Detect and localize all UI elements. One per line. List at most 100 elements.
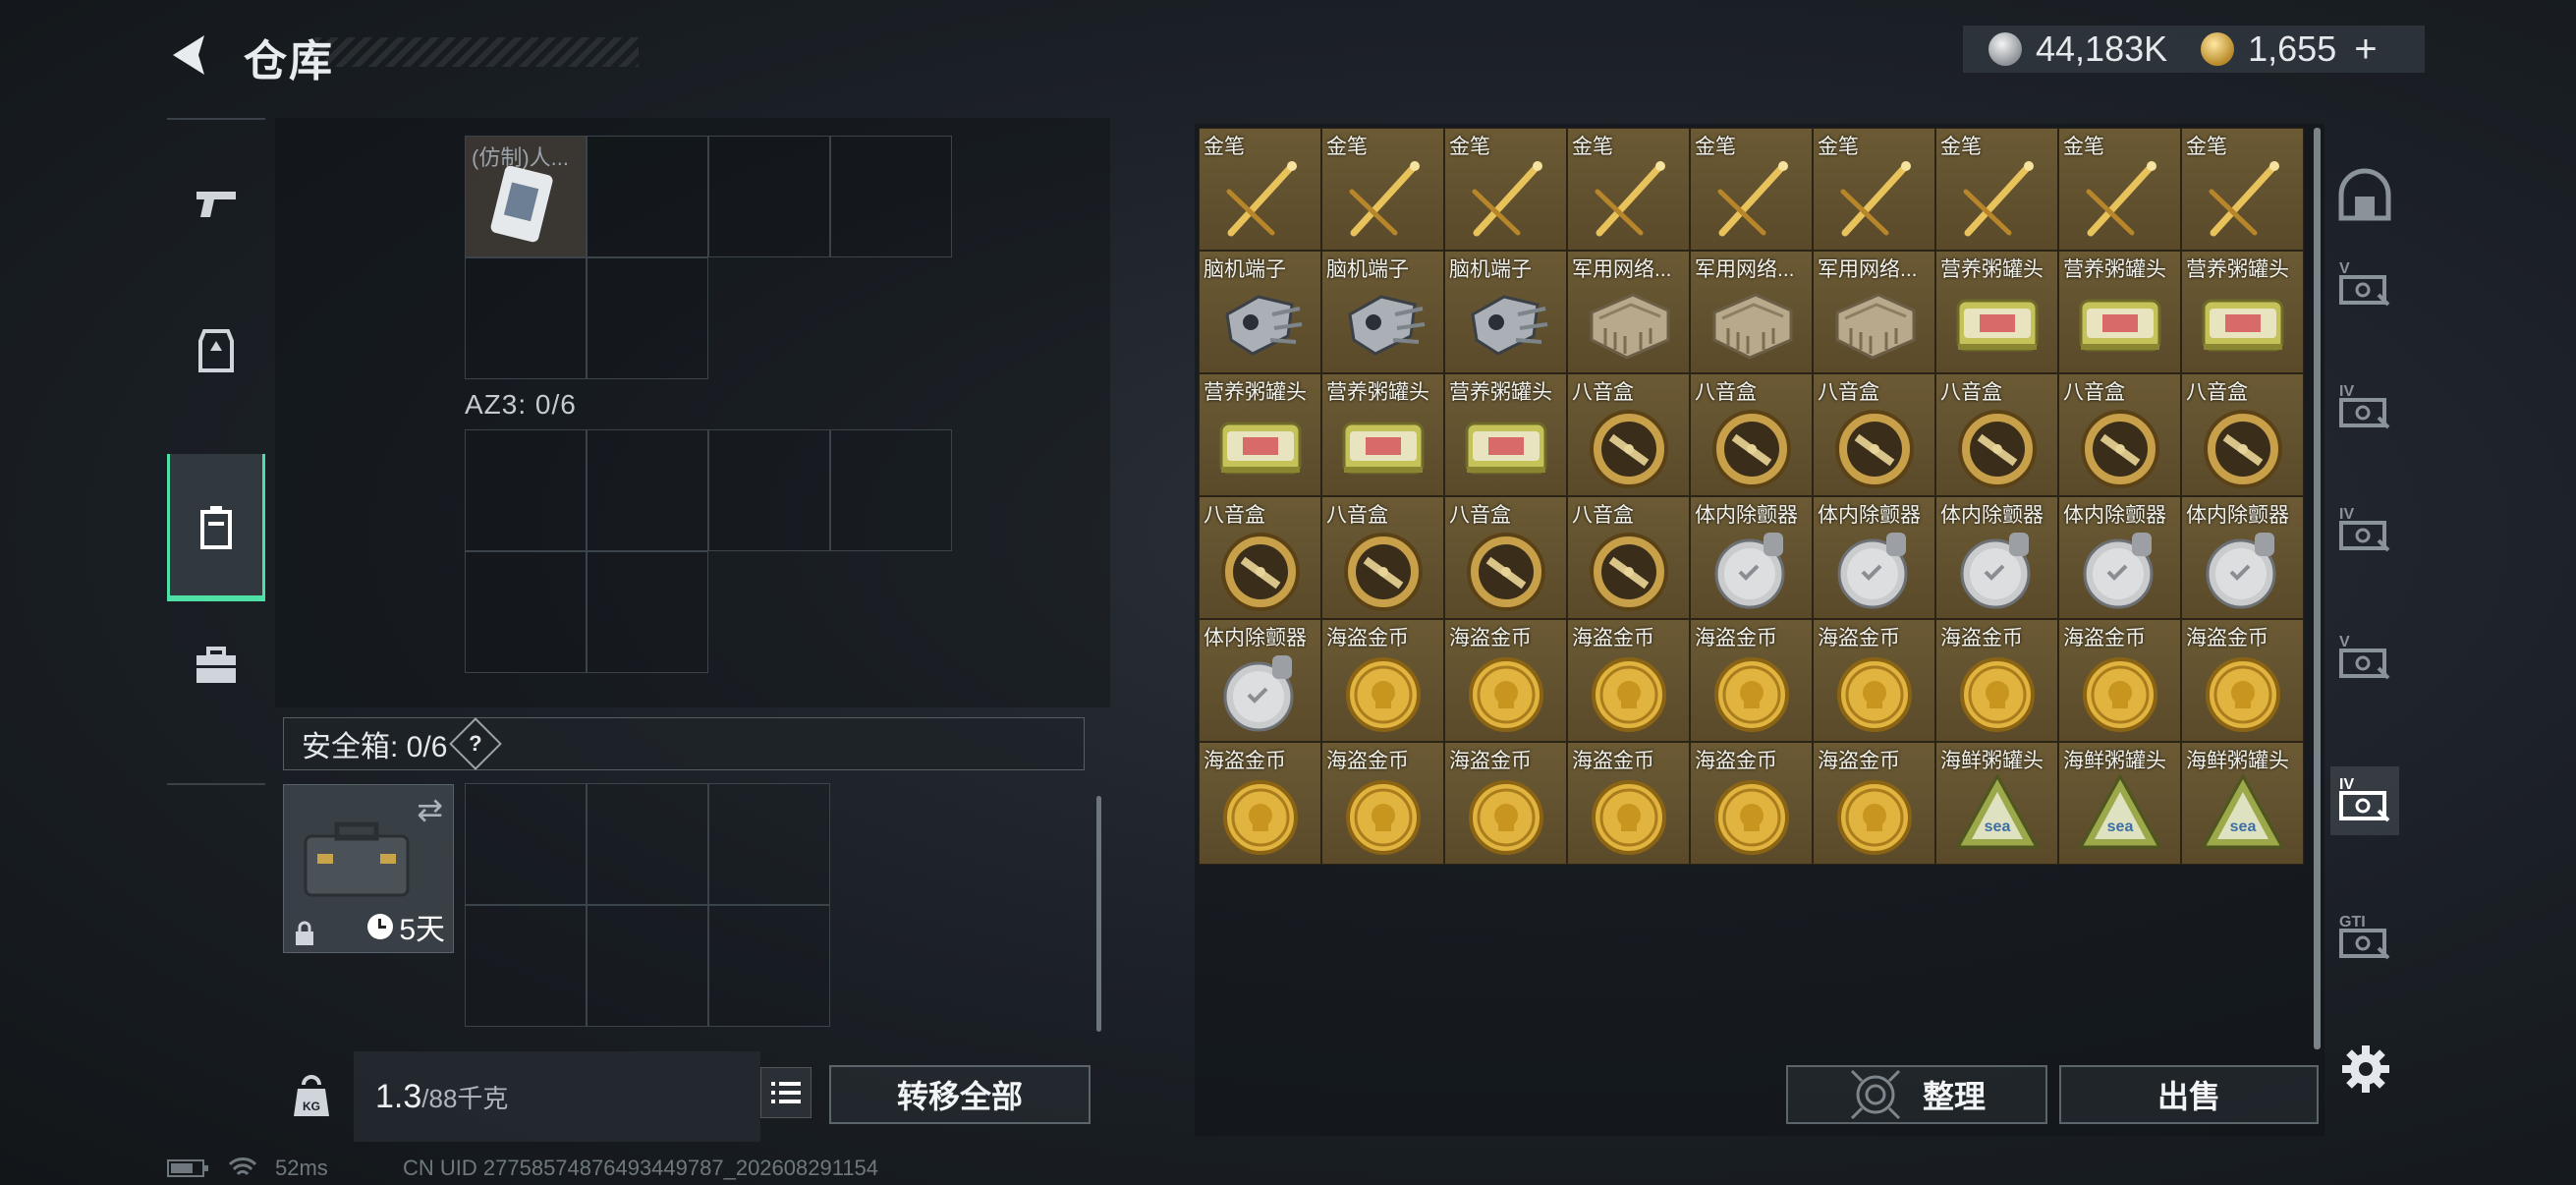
warehouse-item[interactable]: 金笔 <box>1567 128 1690 251</box>
sort-target-icon <box>1850 1069 1901 1120</box>
warehouse-item[interactable]: 海盗金币 <box>1567 619 1690 742</box>
inventory-slot[interactable] <box>708 905 830 1027</box>
warehouse-item[interactable]: 体内除颤器 <box>1813 496 1935 619</box>
warehouse-item[interactable]: 脑机端子 <box>1321 251 1444 373</box>
inventory-slot[interactable] <box>708 783 830 905</box>
warehouse-item[interactable]: 金笔 <box>1935 128 2058 251</box>
inventory-slot[interactable] <box>708 429 830 551</box>
warehouse-item[interactable]: 军用网络... <box>1567 251 1690 373</box>
warehouse-item[interactable]: 金笔 <box>1199 128 1321 251</box>
warehouse-item[interactable]: 军用网络... <box>1690 251 1813 373</box>
list-view-button[interactable] <box>760 1067 812 1118</box>
inventory-slot[interactable] <box>587 429 708 551</box>
warehouse-item[interactable]: 脑机端子 <box>1199 251 1321 373</box>
warehouse-item[interactable]: 海盗金币 <box>1444 742 1567 865</box>
add-currency-button[interactable]: + <box>2354 28 2377 72</box>
backpack-icon <box>200 506 232 549</box>
warehouse-item[interactable]: 海鲜粥罐头 sea <box>2058 742 2181 865</box>
warehouse-scrollbar[interactable] <box>2314 128 2321 1049</box>
inventory-slot[interactable] <box>465 257 587 379</box>
inventory-slot-ticket[interactable]: (仿制)人... <box>465 136 587 257</box>
warehouse-item[interactable]: 海盗金币 <box>2058 619 2181 742</box>
warehouse-item[interactable]: 营养粥罐头 <box>1444 373 1567 496</box>
warehouse-item[interactable]: 海盗金币 <box>1199 742 1321 865</box>
warehouse-item[interactable]: 体内除颤器 <box>2058 496 2181 619</box>
warehouse-item[interactable]: 海盗金币 <box>1567 742 1690 865</box>
inventory-slot[interactable] <box>830 429 952 551</box>
container-tab[interactable]: IV <box>2330 766 2399 835</box>
inventory-slot[interactable] <box>465 551 587 673</box>
warehouse-item[interactable]: 八音盒 <box>1444 496 1567 619</box>
warehouse-item[interactable]: 八音盒 <box>2058 373 2181 496</box>
warehouse-item[interactable]: 海盗金币 <box>1813 619 1935 742</box>
transfer-all-button[interactable]: 转移全部 <box>829 1065 1091 1124</box>
container-iv-folder-icon: IV <box>2335 378 2394 438</box>
inventory-slot[interactable] <box>708 136 830 257</box>
warehouse-item[interactable]: 体内除颤器 <box>1690 496 1813 619</box>
container-tab[interactable] <box>2330 162 2399 231</box>
warehouse-item[interactable]: 八音盒 <box>1813 373 1935 496</box>
warehouse-item[interactable]: 海盗金币 <box>1690 742 1813 865</box>
rail-item-case[interactable] <box>167 592 265 739</box>
warehouse-item[interactable]: 海盗金币 <box>1444 619 1567 742</box>
rail-item-weapons[interactable] <box>167 130 265 277</box>
scrollbar[interactable] <box>1096 796 1101 1032</box>
rail-item-backpack[interactable] <box>167 454 265 601</box>
warehouse-item[interactable]: 海盗金币 <box>2181 619 2304 742</box>
warehouse-item[interactable]: 八音盒 <box>1199 496 1321 619</box>
container-tab[interactable]: V <box>2330 251 2399 319</box>
inventory-slot[interactable] <box>830 136 952 257</box>
inventory-slot[interactable] <box>587 551 708 673</box>
warehouse-item[interactable]: 营养粥罐头 <box>1321 373 1444 496</box>
warehouse-item[interactable]: 体内除颤器 <box>1199 619 1321 742</box>
warehouse-item[interactable]: 营养粥罐头 <box>2058 251 2181 373</box>
warehouse-item[interactable]: 海盗金币 <box>1321 619 1444 742</box>
safe-box-item[interactable]: ⇄ 5天 <box>283 784 454 953</box>
warehouse-item[interactable]: 营养粥罐头 <box>1199 373 1321 496</box>
back-arrow-icon <box>173 35 204 75</box>
inventory-slot[interactable] <box>465 429 587 551</box>
inventory-slot[interactable] <box>465 905 587 1027</box>
warehouse-item[interactable]: 八音盒 <box>1321 496 1444 619</box>
inventory-slot[interactable] <box>465 783 587 905</box>
warehouse-item[interactable]: 军用网络... <box>1813 251 1935 373</box>
warehouse-item[interactable]: 八音盒 <box>2181 373 2304 496</box>
container-tab[interactable]: IV <box>2330 496 2399 565</box>
warehouse-item[interactable]: 脑机端子 <box>1444 251 1567 373</box>
warehouse-item[interactable]: 海盗金币 <box>1690 619 1813 742</box>
container-tab[interactable]: GTI <box>2330 904 2399 973</box>
warehouse-item[interactable]: 金笔 <box>1813 128 1935 251</box>
warehouse-item[interactable]: 海盗金币 <box>1935 619 2058 742</box>
inventory-slot[interactable] <box>587 136 708 257</box>
warehouse-item[interactable]: 金笔 <box>2058 128 2181 251</box>
warehouse-item[interactable]: 体内除颤器 <box>1935 496 2058 619</box>
warehouse-item[interactable]: 海鲜粥罐头 sea <box>2181 742 2304 865</box>
warehouse-item[interactable]: 金笔 <box>1321 128 1444 251</box>
warehouse-item[interactable]: 八音盒 <box>1690 373 1813 496</box>
back-button[interactable] <box>165 29 216 81</box>
rail-item-armor[interactable] <box>167 277 265 424</box>
settings-button[interactable] <box>2338 1042 2393 1097</box>
sell-button[interactable]: 出售 <box>2059 1065 2319 1124</box>
warehouse-item[interactable]: 海鲜粥罐头 sea <box>1935 742 2058 865</box>
warehouse-item[interactable]: 营养粥罐头 <box>2181 251 2304 373</box>
warehouse-item[interactable]: 金笔 <box>1690 128 1813 251</box>
warehouse-item[interactable]: 八音盒 <box>1567 496 1690 619</box>
sort-button[interactable]: 整理 <box>1786 1065 2047 1124</box>
warehouse-item[interactable]: 金笔 <box>1444 128 1567 251</box>
warehouse-item[interactable]: 金笔 <box>2181 128 2304 251</box>
container-tab[interactable]: IV <box>2330 373 2399 442</box>
warehouse-item[interactable]: 海盗金币 <box>1321 742 1444 865</box>
svg-text:sea: sea <box>1985 818 2011 835</box>
inventory-slot[interactable] <box>587 783 708 905</box>
swap-icon[interactable]: ⇄ <box>417 791 443 828</box>
warehouse-item[interactable]: 八音盒 <box>1935 373 2058 496</box>
warehouse-item[interactable]: 海盗金币 <box>1813 742 1935 865</box>
warehouse-item[interactable]: 体内除颤器 <box>2181 496 2304 619</box>
help-button[interactable]: ? <box>449 717 503 770</box>
warehouse-item[interactable]: 八音盒 <box>1567 373 1690 496</box>
inventory-slot[interactable] <box>587 257 708 379</box>
container-tab[interactable]: V <box>2330 624 2399 693</box>
inventory-slot[interactable] <box>587 905 708 1027</box>
warehouse-item[interactable]: 营养粥罐头 <box>1935 251 2058 373</box>
